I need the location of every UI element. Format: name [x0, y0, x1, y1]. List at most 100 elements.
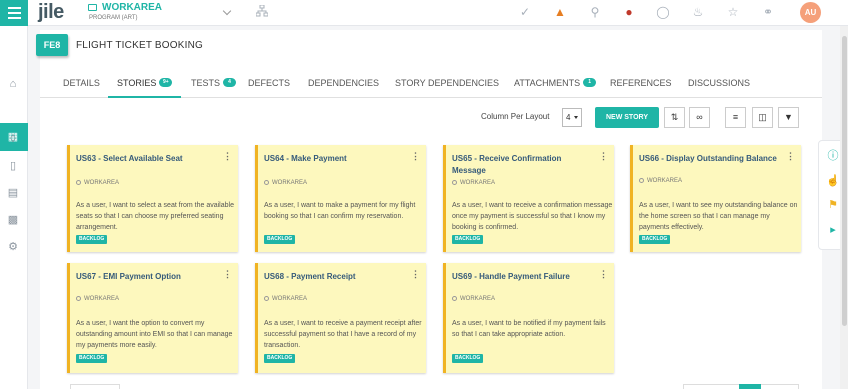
story-title[interactable]: US67 - EMI Payment Option — [76, 271, 221, 283]
status-badge: BACKLOG — [76, 235, 108, 244]
story-description: As a user, I want to be notified if my p… — [452, 320, 606, 338]
more-vertical-icon[interactable]: ⋮ — [223, 151, 232, 162]
lightbulb-icon[interactable]: ⚭ — [761, 5, 775, 19]
workspace-icon — [264, 296, 269, 301]
story-workspace: WORKAREA — [452, 180, 495, 186]
sign-icon[interactable]: ⚑ — [826, 198, 840, 212]
story-description: As a user, I want to receive a payment r… — [264, 320, 422, 349]
tab-dependencies[interactable]: DEPENDENCIES — [308, 78, 379, 88]
story-title[interactable]: US65 - Receive Confirmation Message — [452, 153, 597, 177]
new-story-button[interactable]: NEW STORY — [595, 107, 659, 128]
feature-id-badge: FE8 — [36, 34, 68, 56]
chevron-down-icon[interactable] — [222, 6, 232, 16]
top-bar: jile WORKAREA PROGRAM (ART) ✓ ▲ ⚲ ● ◯ ♨ … — [0, 0, 848, 26]
workspace-icon — [76, 180, 81, 185]
sort-icon[interactable]: ⇅ — [664, 107, 685, 128]
workspace-icon — [452, 180, 457, 185]
story-title[interactable]: US68 - Payment Receipt — [264, 271, 409, 283]
search-icon[interactable]: ⚲ — [588, 5, 602, 19]
workspace-icon — [264, 180, 269, 185]
tab-defects[interactable]: DEFECTS — [248, 78, 290, 88]
story-card[interactable]: US65 - Receive Confirmation Message ⋮ WO… — [443, 145, 614, 252]
story-title[interactable]: US66 - Display Outstanding Balance — [639, 153, 784, 165]
gear-icon[interactable]: ⚙ — [6, 240, 20, 254]
link-icon[interactable]: ∞ — [689, 107, 710, 128]
chat-icon[interactable]: ◯ — [656, 5, 670, 19]
tab-tests[interactable]: TESTS 4 — [191, 78, 237, 88]
story-description: As a user, I want to receive a confirmat… — [452, 202, 613, 231]
tab-count-badge: 4 — [223, 78, 237, 87]
tab-bar: DETAILS STORIES 9+ TESTS 4 DEFECTS DEPENDE… — [40, 70, 822, 98]
help-icon[interactable]: ⓘ — [826, 149, 840, 163]
avatar[interactable]: AU — [800, 2, 821, 23]
hierarchy-icon[interactable] — [256, 5, 268, 17]
story-description: As a user, I want to see my outstanding … — [639, 202, 798, 231]
status-badge: BACKLOG — [264, 235, 296, 244]
story-card[interactable]: US63 - Select Available Seat ⋮ WORKAREA … — [67, 145, 238, 252]
story-title[interactable]: US69 - Handle Payment Failure — [452, 271, 597, 283]
page-title: FLIGHT TICKET BOOKING — [76, 40, 204, 51]
story-card[interactable]: US68 - Payment Receipt ⋮ WORKAREA As a u… — [255, 263, 426, 373]
workspace-icon — [76, 296, 81, 301]
page-size-select[interactable] — [70, 384, 120, 389]
check-circle-icon[interactable]: ✓ — [518, 5, 532, 19]
thumbs-up-icon[interactable]: ☝ — [826, 174, 840, 188]
tab-story-dependencies[interactable]: STORY DEPENDENCIES — [395, 78, 499, 88]
story-description: As a user, I want to select a seat from … — [76, 202, 234, 231]
home-icon[interactable]: ⌂ — [6, 77, 20, 91]
story-description: As a user, I want to make a payment for … — [264, 202, 416, 220]
status-badge: BACKLOG — [452, 235, 484, 244]
more-vertical-icon[interactable]: ⋮ — [599, 269, 608, 280]
more-vertical-icon[interactable]: ⋮ — [786, 151, 795, 162]
story-workspace: WORKAREA — [76, 296, 119, 302]
story-title[interactable]: US64 - Make Payment — [264, 153, 409, 165]
workspace-type: PROGRAM (ART) — [89, 15, 138, 21]
notification-alert-icon[interactable]: ● — [622, 5, 636, 19]
pagination-active-page[interactable] — [739, 384, 761, 389]
story-workspace: WORKAREA — [264, 296, 307, 302]
status-badge: BACKLOG — [452, 354, 484, 363]
status-badge: BACKLOG — [639, 235, 671, 244]
star-icon[interactable]: ☆ — [726, 5, 740, 19]
filter-icon[interactable]: ▼ — [778, 107, 799, 128]
active-tab-indicator — [108, 96, 181, 98]
tab-stories[interactable]: STORIES 9+ — [117, 78, 173, 88]
story-card[interactable]: US67 - EMI Payment Option ⋮ WORKAREA As … — [67, 263, 238, 373]
more-vertical-icon[interactable]: ⋮ — [411, 151, 420, 162]
warning-icon[interactable]: ▲ — [553, 5, 567, 19]
status-badge: BACKLOG — [264, 354, 296, 363]
bell-icon[interactable]: ♨ — [691, 5, 705, 19]
list-view-icon[interactable]: ≡ — [725, 107, 746, 128]
story-title[interactable]: US63 - Select Available Seat — [76, 153, 221, 165]
workspace-icon — [639, 178, 644, 183]
layers-icon[interactable]: ◊ — [6, 132, 20, 146]
menu-icon[interactable] — [0, 0, 28, 26]
column-layout-select[interactable]: 4 — [562, 108, 582, 127]
scrollbar-thumb[interactable] — [842, 36, 847, 326]
book-icon[interactable]: ▯ — [6, 159, 20, 173]
tab-attachments[interactable]: ATTACHMENTS 1 — [514, 78, 597, 88]
story-workspace: WORKAREA — [452, 296, 495, 302]
more-vertical-icon[interactable]: ⋮ — [223, 269, 232, 280]
workspace-icon — [88, 4, 97, 11]
workspace-name[interactable]: WORKAREA — [102, 2, 162, 13]
document-icon[interactable]: ▤ — [6, 186, 20, 200]
tab-discussions[interactable]: DISCUSSIONS — [688, 78, 750, 88]
story-card[interactable]: US64 - Make Payment ⋮ WORKAREA As a user… — [255, 145, 426, 252]
status-badge: BACKLOG — [76, 354, 108, 363]
more-vertical-icon[interactable]: ⋮ — [599, 151, 608, 162]
card-view-icon[interactable]: ◫ — [752, 107, 773, 128]
left-nav: ⌂ ▦ ◊ ▯ ▤ ▩ ⚙ — [0, 26, 28, 389]
tab-details[interactable]: DETAILS — [63, 78, 100, 88]
column-layout-label: Column Per Layout — [481, 112, 550, 121]
tab-references[interactable]: REFERENCES — [610, 78, 672, 88]
chart-icon[interactable]: ▩ — [6, 213, 20, 227]
story-card[interactable]: US66 - Display Outstanding Balance ⋮ WOR… — [630, 145, 801, 252]
story-description: As a user, I want the option to convert … — [76, 320, 233, 349]
more-vertical-icon[interactable]: ⋮ — [411, 269, 420, 280]
story-workspace: WORKAREA — [76, 180, 119, 186]
workspace-icon — [452, 296, 457, 301]
megaphone-icon[interactable]: ▸ — [826, 223, 840, 237]
story-card[interactable]: US69 - Handle Payment Failure ⋮ WORKAREA… — [443, 263, 614, 373]
app-logo[interactable]: jile — [38, 1, 64, 24]
